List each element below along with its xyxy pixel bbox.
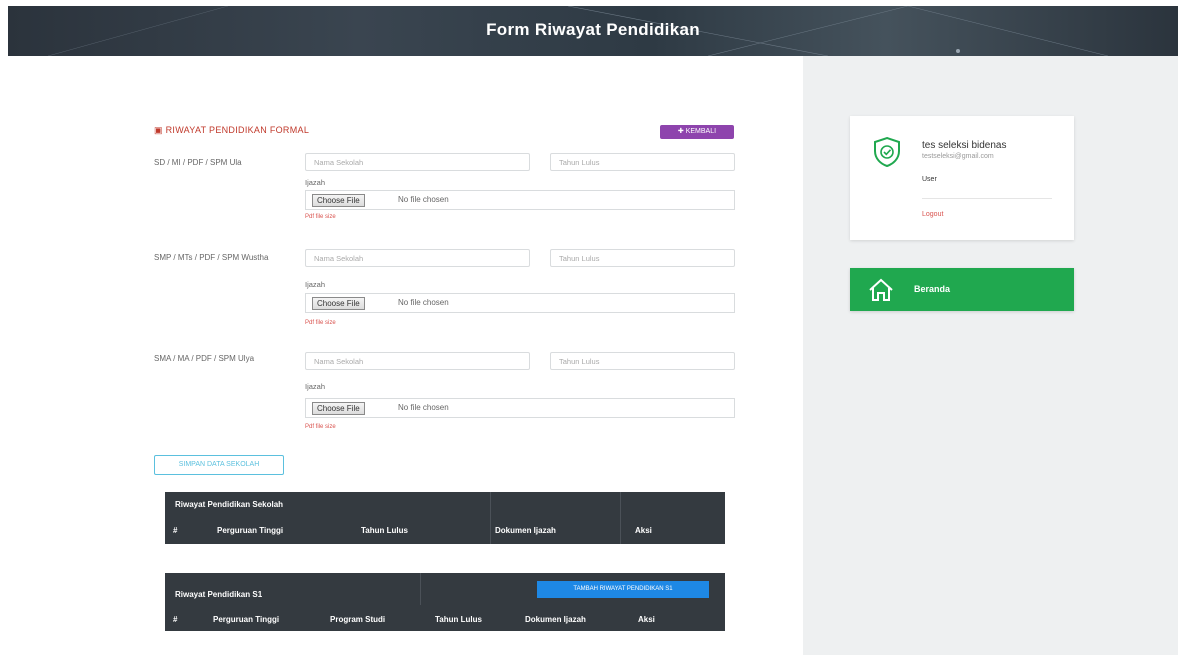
s1-history-table: Riwayat Pendidikan S1 TAMBAH RIWAYAT PEN… [165,573,725,631]
home-icon [869,278,893,301]
school-history-table: Riwayat Pendidikan Sekolah # Perguruan T… [165,492,725,544]
graduation-year-input[interactable]: Tahun Lulus [550,352,735,370]
column-header: Perguruan Tinggi [213,615,280,624]
file-name-text: No file chosen [398,195,449,204]
choose-file-button[interactable]: Choose File [312,297,365,310]
education-level-label: SMA / MA / PDF / SPM Ulya [154,354,255,363]
choose-file-button[interactable]: Choose File [312,402,365,415]
user-role: User [922,176,937,183]
logout-link[interactable]: Logout [922,211,943,218]
page-header: Form Riwayat Pendidikan [8,6,1178,56]
ijazah-file-field[interactable]: Choose File No file chosen [305,398,735,418]
add-s1-history-button[interactable]: TAMBAH RIWAYAT PENDIDIKAN S1 [537,581,709,598]
ijazah-file-field[interactable]: Choose File No file chosen [305,190,735,210]
shield-check-icon [874,136,900,168]
graduation-year-input[interactable]: Tahun Lulus [550,249,735,267]
save-school-button[interactable]: SIMPAN DATA SEKOLAH [154,455,284,475]
column-header: Tahun Lulus [361,526,408,535]
education-level-label: SMP / MTs / PDF / SPM Wustha [154,253,269,262]
table-divider [490,492,491,544]
education-level-label: SD / MI / PDF / SPM Ula [154,158,242,167]
file-note: Pdf file size [305,214,336,220]
section-title: ▣ RIWAYAT PENDIDIKAN FORMAL [154,125,310,135]
user-email: testseleksi@gmail.com [922,153,994,160]
column-header: Dokumen Ijazah [495,526,556,535]
choose-file-button[interactable]: Choose File [312,194,365,207]
file-note: Pdf file size [305,424,336,430]
column-header: # [173,526,178,535]
school-name-input[interactable]: Nama Sekolah [305,249,530,267]
school-name-input[interactable]: Nama Sekolah [305,352,530,370]
ijazah-label: Ijazah [305,178,326,187]
table-title: Riwayat Pendidikan S1 [175,590,263,599]
school-name-input[interactable]: Nama Sekolah [305,153,530,171]
page-title: Form Riwayat Pendidikan [486,20,700,39]
card-divider [922,198,1052,199]
file-name-text: No file chosen [398,403,449,412]
column-header: Program Studi [330,615,386,624]
ijazah-file-field[interactable]: Choose File No file chosen [305,293,735,313]
user-name: tes seleksi bidenas [922,140,1007,151]
column-header: Aksi [638,615,655,624]
back-button[interactable]: ✚ KEMBALI [660,125,734,139]
table-title: Riwayat Pendidikan Sekolah [175,500,284,509]
file-note: Pdf file size [305,320,336,326]
graduation-year-input[interactable]: Tahun Lulus [550,153,735,171]
ijazah-label: Ijazah [305,280,326,289]
column-header: Tahun Lulus [435,615,482,624]
ijazah-label: Ijazah [305,382,326,391]
table-divider [420,573,421,605]
column-header: # [173,615,178,624]
nav-home-label: Beranda [914,284,951,294]
column-header: Dokumen Ijazah [525,615,586,624]
nav-home-button[interactable]: Beranda [850,268,1074,311]
column-header: Perguruan Tinggi [217,526,284,535]
column-header: Aksi [635,526,652,535]
file-name-text: No file chosen [398,298,449,307]
table-divider [620,492,621,544]
profile-card: tes seleksi bidenas testseleksi@gmail.co… [850,116,1074,240]
